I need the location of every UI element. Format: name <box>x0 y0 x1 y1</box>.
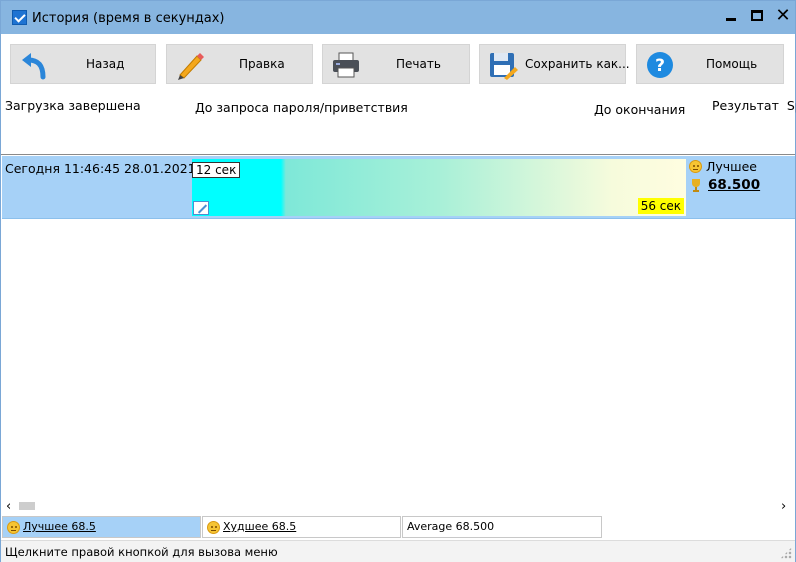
close-button[interactable]: ✕ <box>770 5 796 27</box>
summary-average: Average 68.500 <box>402 516 602 538</box>
maximize-button[interactable] <box>744 5 770 27</box>
column-result-label: Результат <box>712 98 779 113</box>
print-button-label: Печать <box>396 57 441 71</box>
column-speed-label: Spe <box>786 98 796 113</box>
status-bar: Щелкните правой кнопкой для вызова меню <box>1 540 795 562</box>
table-row[interactable]: Сегодня 11:46:45 28.01.2021 12 сек 56 се… <box>2 156 795 219</box>
help-button[interactable]: ? Помощь <box>636 44 784 84</box>
summary-best[interactable]: Лучшее 68.5 <box>2 516 201 538</box>
smiley-icon <box>7 520 20 534</box>
summary-bar: Лучшее 68.5 Худшее 68.5 Average 68.500 <box>1 515 795 539</box>
printer-icon <box>333 52 359 78</box>
trophy-icon <box>692 179 700 192</box>
title-bar: История (время в секундах) ✕ <box>1 1 795 34</box>
svg-text:?: ? <box>655 56 665 76</box>
column-load-complete[interactable]: Загрузка завершена <box>5 98 141 113</box>
best-result: Лучшее <box>689 159 757 174</box>
column-to-password[interactable]: До запроса пароля/приветствия <box>195 100 408 115</box>
summary-worst-link[interactable]: Худшее 68.5 <box>223 520 296 533</box>
scroll-right-icon[interactable]: › <box>781 499 786 514</box>
help-button-label: Помощь <box>706 57 758 71</box>
total-seconds-badge: 56 сек <box>637 198 684 214</box>
pencil-icon <box>178 53 204 80</box>
back-button[interactable]: Назад <box>10 44 156 84</box>
toolbar: Назад Правка Печать Сохранить как... ? П… <box>1 34 795 92</box>
edit-note-icon[interactable] <box>193 201 209 215</box>
window-check-icon[interactable] <box>12 10 27 25</box>
help-icon: ? <box>647 52 673 78</box>
horizontal-scrollbar[interactable]: ‹ › <box>1 498 795 514</box>
save-as-button-label: Сохранить как... <box>525 57 630 71</box>
back-button-label: Назад <box>86 57 125 71</box>
timing-bar: 12 сек 56 сек <box>192 159 686 216</box>
window-title: История (время в секундах) <box>32 11 225 26</box>
pre-password-seconds: 12 сек <box>192 162 241 178</box>
row-date: Сегодня 11:46:45 28.01.2021 <box>5 161 196 176</box>
scroll-thumb[interactable] <box>19 502 35 510</box>
print-button[interactable]: Печать <box>322 44 470 84</box>
edit-button[interactable]: Правка <box>166 44 313 84</box>
resize-grip-icon[interactable] <box>780 547 792 559</box>
back-arrow-icon <box>22 53 46 80</box>
smiley-icon <box>207 520 220 534</box>
column-result[interactable]: Результат Spe <box>712 98 796 113</box>
edit-button-label: Правка <box>239 57 285 71</box>
summary-worst[interactable]: Худшее 68.5 <box>202 516 401 538</box>
column-headers: Загрузка завершена До запроса пароля/при… <box>1 92 796 155</box>
maximize-icon <box>751 10 763 21</box>
summary-best-link[interactable]: Лучшее 68.5 <box>23 520 96 533</box>
floppy-icon <box>490 53 518 80</box>
history-window: История (время в секундах) ✕ Назад Правк… <box>0 0 796 562</box>
smiley-icon <box>689 160 702 173</box>
minimize-icon <box>726 18 736 21</box>
status-hint: Щелкните правой кнопкой для вызова меню <box>5 545 278 559</box>
save-as-button[interactable]: Сохранить как... <box>479 44 630 84</box>
best-label: Лучшее <box>706 159 758 174</box>
minimize-button[interactable] <box>718 5 744 27</box>
column-to-end[interactable]: До окончания <box>594 102 685 117</box>
scroll-left-icon[interactable]: ‹ <box>6 499 11 514</box>
best-value-link[interactable]: 68.500 <box>708 177 760 193</box>
